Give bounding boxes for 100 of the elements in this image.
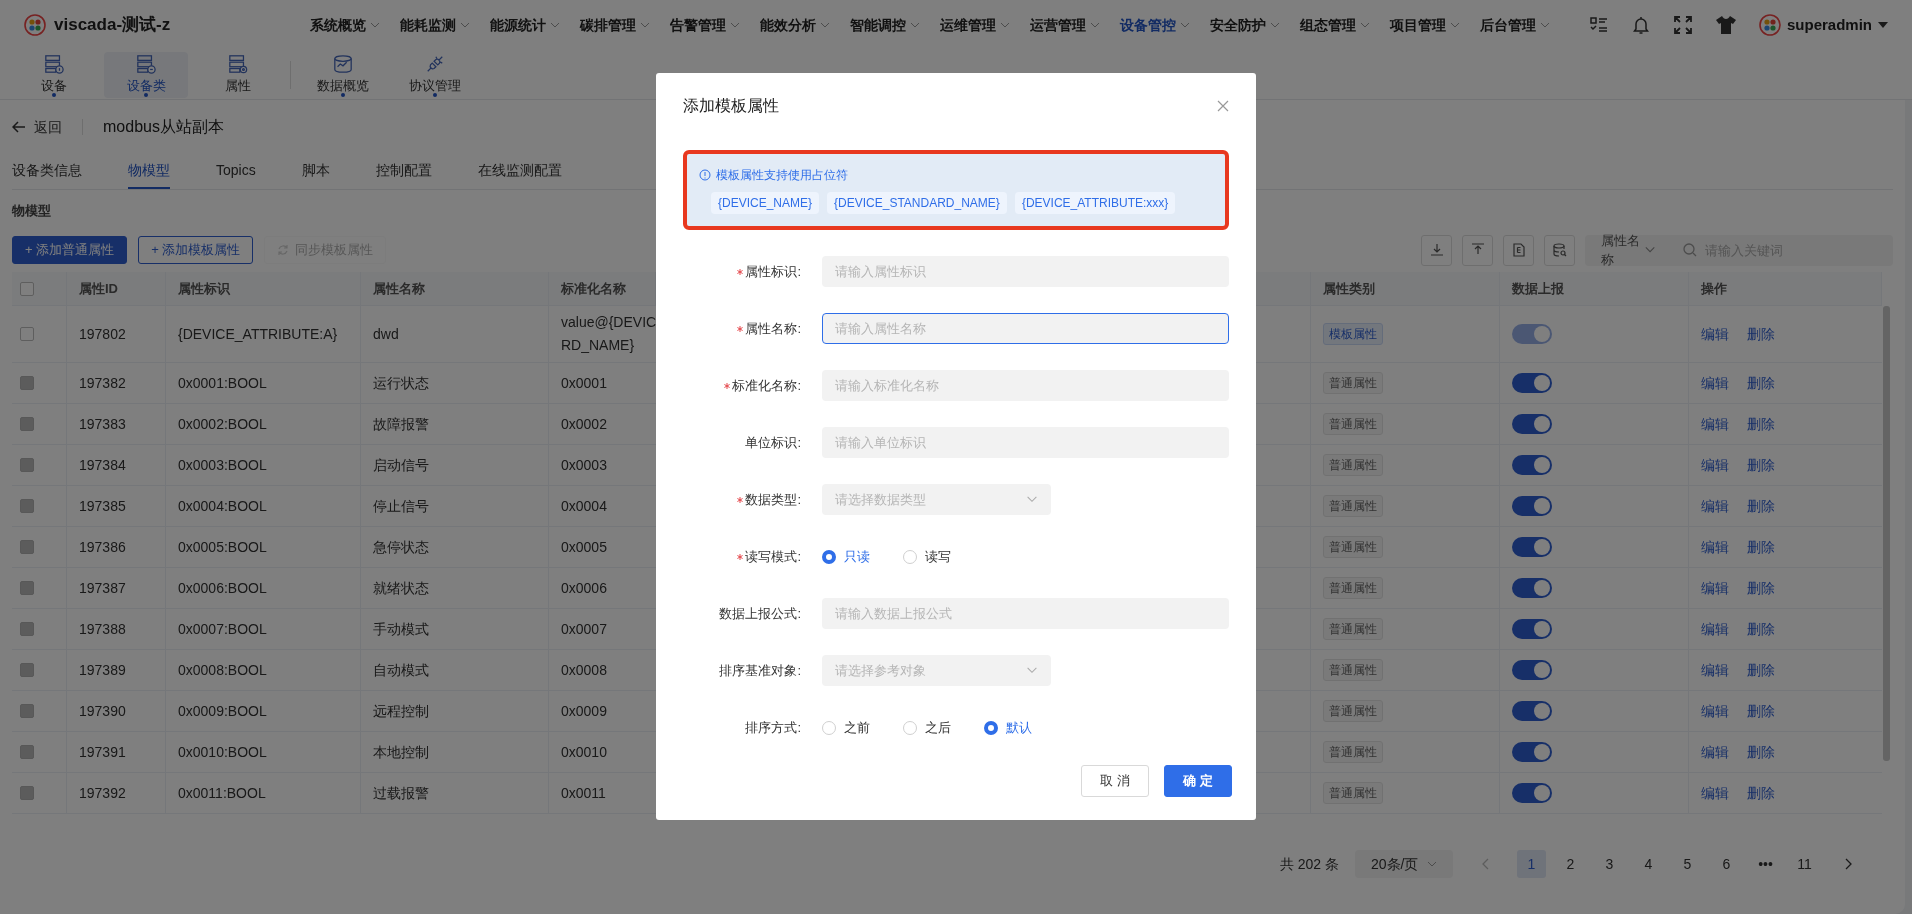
- radio-option[interactable]: 只读: [822, 546, 903, 567]
- page-size-select[interactable]: 20条/页: [1355, 850, 1453, 878]
- menu-item[interactable]: 系统概览: [310, 14, 380, 36]
- form-label: 读写模式:: [683, 546, 801, 567]
- action-link[interactable]: 删除: [1747, 323, 1775, 345]
- dialog-title: 添加模板属性: [683, 96, 779, 116]
- nav-tab[interactable]: 属性: [196, 51, 280, 98]
- action-link[interactable]: 删除: [1747, 782, 1775, 804]
- menu-item[interactable]: 安全防护: [1210, 14, 1280, 36]
- tab[interactable]: 控制配置: [375, 154, 432, 189]
- nav-tab[interactable]: 设备类: [104, 51, 188, 98]
- menu-item[interactable]: 后台管理: [1480, 14, 1550, 36]
- page-button[interactable]: 3: [1595, 850, 1624, 878]
- table-cell-text: 远程控制: [373, 701, 429, 721]
- tab[interactable]: 在线监测配置: [477, 154, 562, 189]
- table-cell-text: 过载报警: [373, 783, 429, 803]
- page-button[interactable]: •••: [1751, 850, 1780, 878]
- page-button[interactable]: 4: [1634, 850, 1663, 878]
- table-cell-text: 运行状态: [373, 373, 429, 393]
- action-link[interactable]: 编辑: [1701, 618, 1729, 640]
- total-count: 共 202 条: [1279, 854, 1339, 874]
- nav-tab[interactable]: 设备: [12, 51, 96, 98]
- table-cell-text: 197385: [79, 496, 126, 516]
- menu-item[interactable]: 能源统计: [490, 14, 560, 36]
- column-header: 属性ID: [79, 279, 118, 298]
- user-name[interactable]: superadmin: [1786, 13, 1872, 37]
- page-button[interactable]: 5: [1673, 850, 1702, 878]
- table-cell-text: 0x0004: [561, 496, 607, 516]
- form-label: 属性名称:: [683, 318, 801, 339]
- nav-tab[interactable]: 数据概览: [301, 51, 385, 98]
- menu-item[interactable]: 告警管理: [670, 14, 740, 36]
- tab[interactable]: 物模型: [128, 154, 170, 189]
- form-label: 数据类型:: [683, 489, 801, 510]
- table-cell-text: 0x0004:BOOL: [178, 496, 267, 516]
- action-link[interactable]: 删除: [1747, 618, 1775, 640]
- action-link[interactable]: 删除: [1747, 577, 1775, 599]
- table-cell-text: 0x0001:BOOL: [178, 373, 267, 393]
- action-link[interactable]: 编辑: [1701, 700, 1729, 722]
- menu-item[interactable]: 能效分析: [760, 14, 830, 36]
- table-cell-text: 197382: [79, 373, 126, 393]
- action-link[interactable]: 删除: [1747, 454, 1775, 476]
- field-select[interactable]: 属性名称: [1585, 234, 1671, 266]
- action-link[interactable]: 编辑: [1701, 577, 1729, 599]
- category-tag: 普通属性: [1323, 782, 1383, 804]
- form-label: 标准化名称:: [683, 375, 801, 396]
- back-link[interactable]: 返回: [34, 116, 62, 138]
- action-link[interactable]: 删除: [1747, 372, 1775, 394]
- table-cell-text: 本地控制: [373, 742, 429, 762]
- action-link[interactable]: 编辑: [1701, 413, 1729, 435]
- form-label: 属性标识:: [683, 261, 801, 282]
- add-button[interactable]: + 添加普通属性: [12, 236, 128, 264]
- section-title: 物模型: [12, 202, 51, 221]
- action-link[interactable]: 删除: [1747, 495, 1775, 517]
- page-button[interactable]: 11: [1790, 850, 1819, 878]
- table-cell-text: 0x0011:BOOL: [178, 783, 266, 803]
- confirm-button[interactable]: 确 定: [1164, 765, 1232, 797]
- category-tag: 普通属性: [1323, 577, 1383, 599]
- action-link[interactable]: 删除: [1747, 536, 1775, 558]
- menu-item[interactable]: 能耗监测: [400, 14, 470, 36]
- category-tag: 普通属性: [1323, 700, 1383, 722]
- action-link[interactable]: 删除: [1747, 659, 1775, 681]
- action-link[interactable]: 编辑: [1701, 782, 1729, 804]
- action-link[interactable]: 删除: [1747, 700, 1775, 722]
- action-link[interactable]: 删除: [1747, 741, 1775, 763]
- table-cell-text: 0x0002: [561, 414, 607, 434]
- tab[interactable]: 设备类信息: [12, 154, 82, 189]
- form-label: 排序基准对象:: [718, 661, 801, 680]
- page-button[interactable]: 2: [1556, 850, 1585, 878]
- tab[interactable]: 脚本: [301, 154, 330, 189]
- table-cell-text: 197390: [79, 701, 126, 721]
- radio-option[interactable]: 之后: [903, 717, 984, 738]
- table-cell-text: 0x0005: [561, 537, 607, 557]
- radio-option[interactable]: 之前: [822, 717, 903, 738]
- action-link[interactable]: 编辑: [1701, 495, 1729, 517]
- table-cell-text: 197802: [79, 324, 126, 344]
- action-link[interactable]: 编辑: [1701, 536, 1729, 558]
- tab[interactable]: Topics: [216, 154, 256, 189]
- action-link[interactable]: 删除: [1747, 413, 1775, 435]
- add-button[interactable]: + 添加模板属性: [138, 236, 254, 264]
- menu-item[interactable]: 智能调控: [850, 14, 920, 36]
- column-header: 属性标识: [178, 279, 230, 298]
- menu-item[interactable]: 碳排管理: [580, 14, 650, 36]
- action-link[interactable]: 编辑: [1701, 323, 1729, 345]
- table-cell-text: 0x0007:BOOL: [178, 619, 267, 639]
- action-link[interactable]: 编辑: [1701, 454, 1729, 476]
- action-link[interactable]: 编辑: [1701, 372, 1729, 394]
- menu-item[interactable]: 运维管理: [940, 14, 1010, 36]
- menu-item[interactable]: 组态管理: [1300, 14, 1370, 36]
- menu-item[interactable]: 设备管控: [1120, 14, 1190, 36]
- page-button[interactable]: 6: [1712, 850, 1741, 878]
- table-cell-text: 197386: [79, 537, 126, 557]
- menu-item[interactable]: 项目管理: [1390, 14, 1460, 36]
- menu-item[interactable]: 运营管理: [1030, 14, 1100, 36]
- radio-option[interactable]: 读写: [903, 546, 984, 567]
- action-link[interactable]: 编辑: [1701, 741, 1729, 763]
- nav-tab[interactable]: 协议管理: [393, 51, 477, 98]
- page-button[interactable]: 1: [1517, 850, 1546, 878]
- radio-option[interactable]: 默认: [984, 717, 1065, 738]
- cancel-button[interactable]: 取 消: [1081, 765, 1149, 797]
- action-link[interactable]: 编辑: [1701, 659, 1729, 681]
